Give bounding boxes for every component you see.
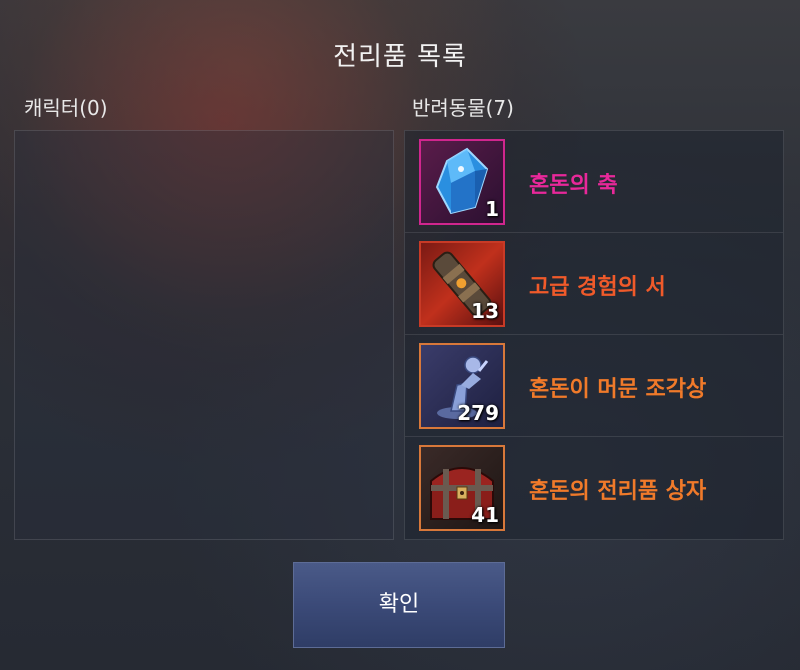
character-header: 캐릭터(0) (24, 96, 108, 120)
pet-loot-panel: 1 혼돈의 축 13 고급 경험의 서 279 혼돈이 머문 조각상 41 혼돈… (404, 130, 784, 540)
item-count: 279 (457, 401, 499, 425)
statue-icon: 279 (419, 343, 505, 429)
scroll-icon: 13 (419, 241, 505, 327)
loot-item-row[interactable]: 279 혼돈이 머문 조각상 (405, 335, 783, 437)
confirm-button[interactable]: 확인 (293, 562, 505, 648)
item-name: 고급 경험의 서 (529, 275, 666, 300)
item-name: 혼돈의 축 (529, 173, 618, 198)
item-name: 혼돈의 전리품 상자 (529, 479, 707, 504)
blue-crystal-icon: 1 (419, 139, 505, 225)
item-name: 혼돈이 머문 조각상 (529, 377, 707, 402)
page-title: 전리품 목록 (333, 42, 467, 72)
loot-item-row[interactable]: 13 고급 경험의 서 (405, 233, 783, 335)
character-loot-panel (14, 130, 394, 540)
pet-header: 반려동물(7) (412, 96, 514, 120)
loot-item-row[interactable]: 1 혼돈의 축 (405, 131, 783, 233)
item-count: 41 (471, 503, 499, 527)
item-count: 13 (471, 299, 499, 323)
treasure-chest-icon: 41 (419, 445, 505, 531)
item-count: 1 (485, 197, 499, 221)
loot-item-row[interactable]: 41 혼돈의 전리품 상자 (405, 437, 783, 539)
